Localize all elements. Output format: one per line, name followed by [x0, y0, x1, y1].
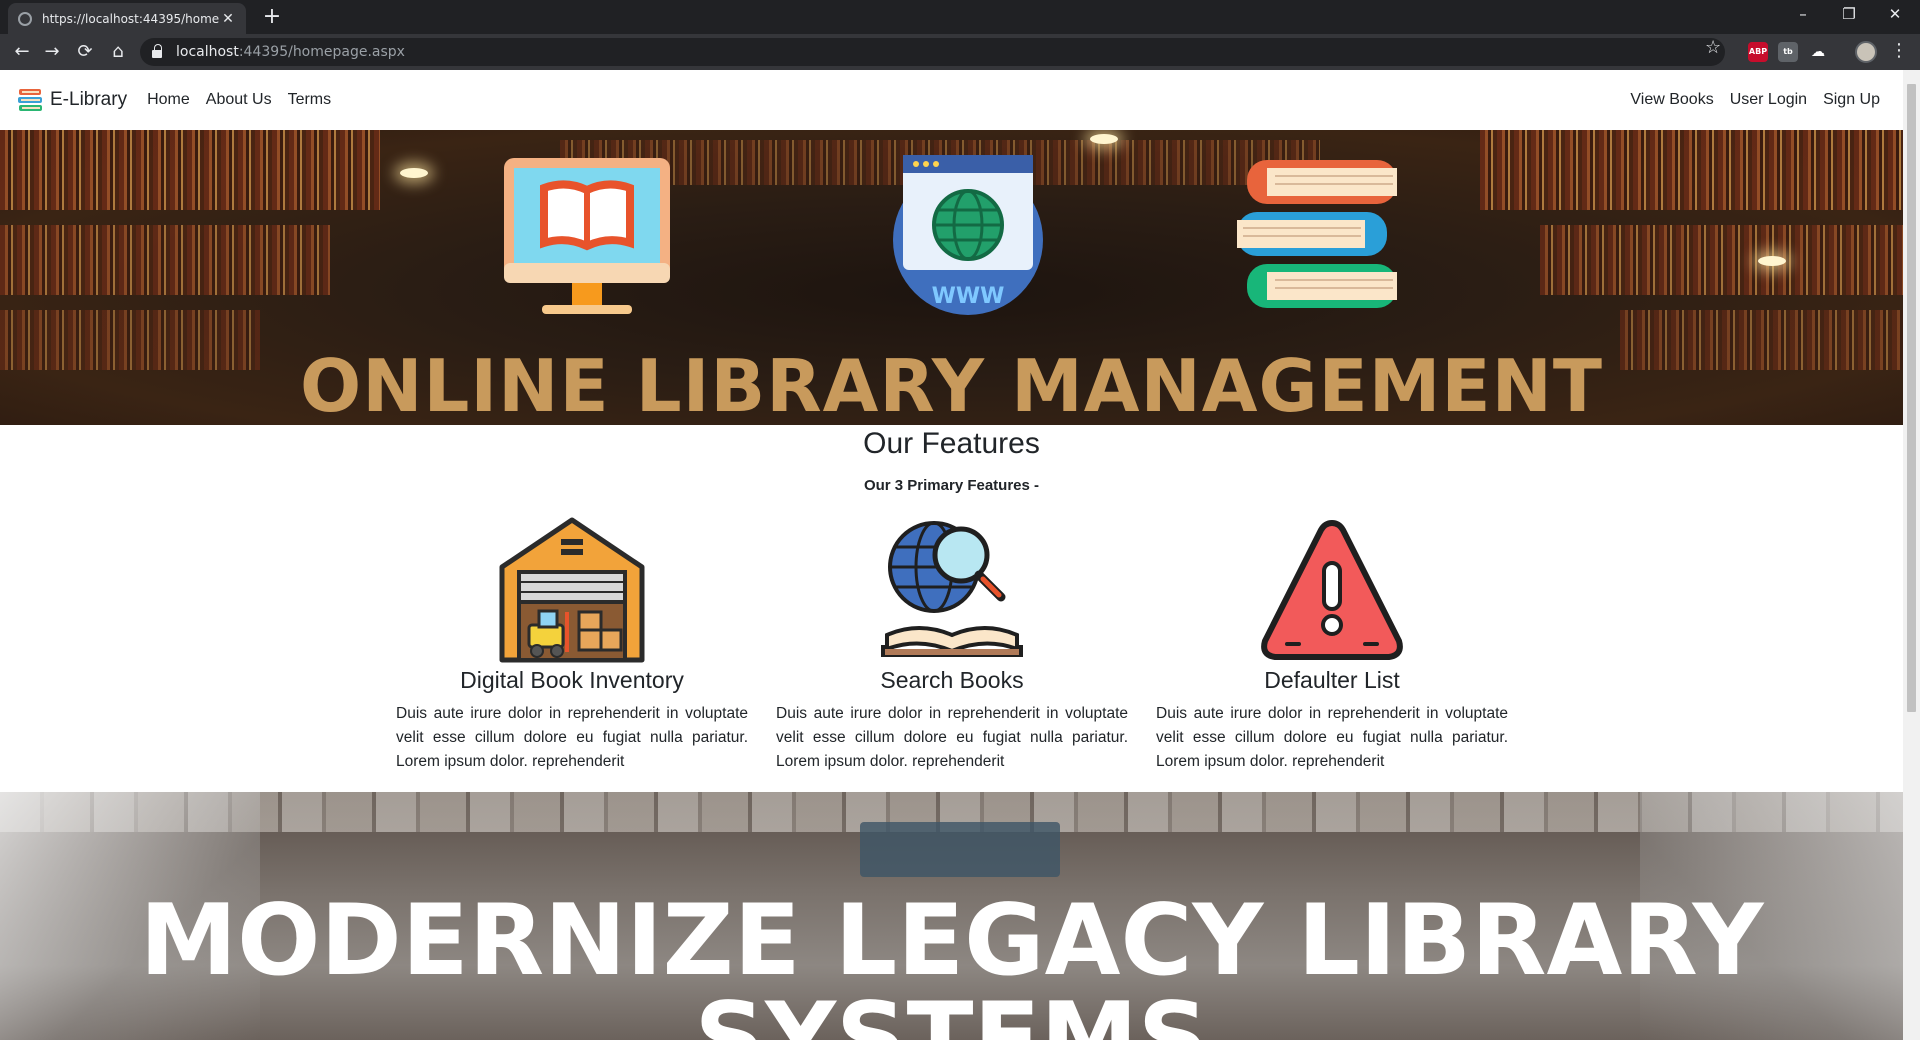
- reload-button[interactable]: ⟳: [73, 40, 97, 64]
- address-bar[interactable]: localhost:44395/homepage.aspx: [140, 38, 1725, 66]
- bookshelf-decoration: [1540, 225, 1903, 295]
- feature-text: Duis aute irure dolor in reprehenderit i…: [776, 705, 1128, 770]
- sign-up-link[interactable]: Sign Up: [1823, 91, 1880, 109]
- features-subtitle: Our 3 Primary Features -: [863, 477, 1040, 494]
- brand-link[interactable]: E-Library: [16, 85, 127, 115]
- bookmark-star-icon[interactable]: ☆: [1705, 37, 1721, 58]
- bookshelf-decoration: [1480, 130, 1903, 210]
- warehouse-icon: [499, 517, 645, 663]
- feature-card: Search Books Duis aute irure dolor in re…: [776, 517, 1128, 774]
- forward-button[interactable]: →: [40, 40, 64, 64]
- lamp-decoration: [1758, 256, 1786, 266]
- hero-title: ONLINE LIBRARY MANAGEMENT: [300, 344, 1603, 425]
- feature-title: Digital Book Inventory: [460, 667, 684, 693]
- close-window-button[interactable]: ✕: [1872, 0, 1918, 30]
- minimize-button[interactable]: –: [1780, 0, 1826, 30]
- globe-icon: [18, 11, 32, 26]
- profile-avatar[interactable]: [1855, 41, 1877, 63]
- tab-title: https://localhost:44395/homepag: [42, 11, 220, 26]
- globe-search-book-icon: [881, 521, 1023, 657]
- warning-icon: [1261, 520, 1403, 660]
- features-title: Our Features: [863, 427, 1040, 460]
- bookshelf-decoration: [0, 130, 380, 210]
- site-navbar: E-Library Home About Us Terms View Books…: [0, 70, 1903, 130]
- abp-icon[interactable]: ABP: [1748, 42, 1768, 62]
- browser-tab[interactable]: https://localhost:44395/homepag ✕: [8, 3, 246, 34]
- url-path: :44395/homepage.aspx: [238, 44, 405, 60]
- brand-name: E-Library: [50, 89, 128, 110]
- cloud-icon[interactable]: ☁: [1808, 42, 1828, 62]
- home-button[interactable]: ⌂: [106, 40, 130, 64]
- new-tab-button[interactable]: +: [258, 4, 286, 32]
- back-button[interactable]: ←: [10, 40, 34, 64]
- user-login-link[interactable]: User Login: [1730, 91, 1807, 109]
- tb-icon[interactable]: tb: [1778, 42, 1798, 62]
- www-globe-icon: WWW: [893, 155, 1043, 315]
- nav-terms-link[interactable]: Terms: [288, 91, 332, 109]
- feature-text: Duis aute irure dolor in reprehenderit i…: [1156, 705, 1508, 770]
- lock-icon: [152, 44, 162, 58]
- feature-text: Duis aute irure dolor in reprehenderit i…: [396, 705, 748, 770]
- restore-button[interactable]: ❐: [1826, 0, 1872, 30]
- feature-title: Defaulter List: [1264, 667, 1400, 693]
- lamp-decoration: [1090, 134, 1118, 144]
- nav-about-link[interactable]: About Us: [206, 91, 272, 109]
- feature-title: Search Books: [880, 667, 1024, 693]
- feature-card: Digital Book Inventory Duis aute irure d…: [396, 517, 748, 774]
- page-scrollbar[interactable]: [1903, 70, 1920, 1040]
- browser-toolbar: ← → ⟳ ⌂ localhost:44395/homepage.aspx ☆ …: [0, 34, 1920, 70]
- lamp-decoration: [400, 168, 428, 178]
- page-viewport: E-Library Home About Us Terms View Books…: [0, 70, 1903, 1040]
- www-label: WWW: [932, 284, 1005, 309]
- feature-card: Defaulter List Duis aute irure dolor in …: [1156, 517, 1508, 774]
- browser-tabstrip: https://localhost:44395/homepag ✕ + – ❐ …: [0, 0, 1920, 34]
- book-stack-icon: [1237, 160, 1397, 308]
- nav-left: Home About Us Terms: [147, 91, 331, 109]
- banner-title: MODERNIZE LEGACY LIBRARY SYSTEMS: [139, 884, 1764, 1040]
- hero-banner: WWW ONLINE LIBRARY MANAGEMENT: [0, 130, 1903, 425]
- books-logo-icon: [18, 89, 42, 111]
- nav-home-link[interactable]: Home: [147, 91, 190, 109]
- modernize-banner: MODERNIZE LEGACY LIBRARY SYSTEMS: [0, 792, 1903, 1040]
- scrollbar-thumb[interactable]: [1907, 84, 1916, 712]
- bench-decoration: [860, 822, 1060, 877]
- browser-menu-icon[interactable]: ⋮: [1890, 40, 1908, 61]
- view-books-link[interactable]: View Books: [1630, 91, 1713, 109]
- monitor-book-icon: [504, 158, 670, 314]
- url-host: localhost: [176, 44, 239, 60]
- nav-right: View Books User Login Sign Up: [1630, 91, 1880, 109]
- features-section: Our Features Our 3 Primary Features - Di…: [0, 425, 1903, 792]
- bookshelf-decoration: [0, 225, 330, 295]
- tab-close-icon[interactable]: ✕: [220, 11, 236, 27]
